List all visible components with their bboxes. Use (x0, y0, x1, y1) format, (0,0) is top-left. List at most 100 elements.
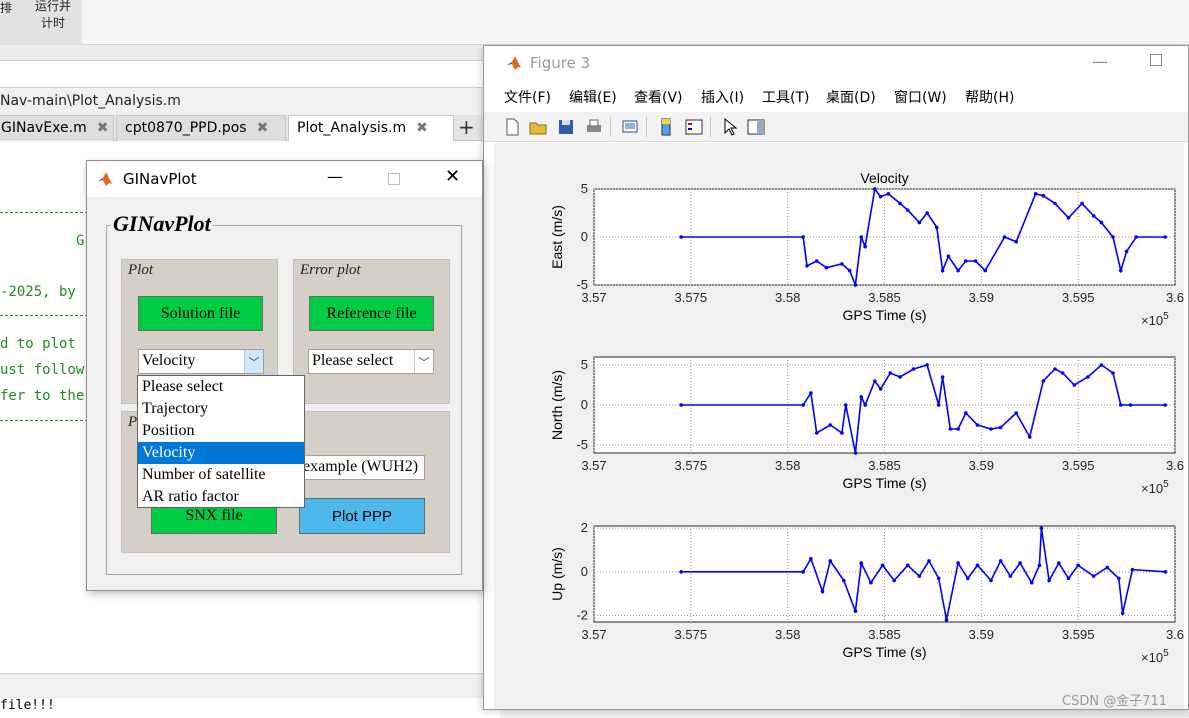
data-point (853, 609, 858, 613)
y-tick-label: 2 (581, 520, 588, 535)
x-tick-label: 3.585 (868, 290, 901, 305)
maximize-icon[interactable] (388, 173, 400, 185)
x-multiplier-label: ×105 (1141, 479, 1169, 496)
save-icon[interactable] (556, 117, 576, 137)
minimize-icon[interactable]: — (327, 167, 343, 186)
dropdown-option[interactable]: Position (138, 420, 304, 442)
data-point (898, 201, 902, 206)
data-point (975, 423, 980, 427)
data-point (944, 618, 949, 622)
command-window[interactable]: file!!! (0, 673, 500, 718)
open-file-icon[interactable] (528, 117, 548, 137)
x-tick-label: 3.595 (1062, 290, 1095, 305)
data-point (1080, 201, 1084, 206)
data-point (1091, 214, 1096, 218)
minimize-icon[interactable]: — (1092, 52, 1108, 71)
dialog-title-bar[interactable]: GINavPlot — ✕ (87, 161, 482, 197)
y-tick-label: 0 (581, 229, 588, 244)
comment-divider (0, 420, 88, 421)
link-plot-icon[interactable] (620, 117, 640, 137)
data-point (1029, 580, 1034, 585)
maximize-icon[interactable] (1150, 54, 1162, 66)
code-line: G (76, 233, 85, 249)
menu-file[interactable]: 文件(F) (504, 87, 551, 107)
x-tick-label: 3.575 (675, 290, 708, 305)
x-tick-label: 3.57 (581, 458, 606, 473)
editor-tab-bar: GINavExe.m ✖ cpt0870_PPD.pos ✖ Plot_Analys… (0, 115, 500, 141)
figure-canvas[interactable]: 3.57 3.575 3.58 3.585 3.59 3.595 3.6 -5 0 5 Veloci… (494, 143, 1184, 709)
data-point (863, 244, 867, 249)
data-point (1117, 576, 1121, 581)
data-point (814, 431, 819, 435)
menu-insert[interactable]: 插入(I) (701, 87, 744, 107)
menu-help[interactable]: 帮助(H) (965, 87, 1014, 107)
data-point (1118, 403, 1123, 407)
station-example-field[interactable]: example (WUH2) (299, 455, 425, 480)
data-point (973, 259, 978, 263)
chevron-down-icon[interactable]: ﹀ (414, 350, 433, 373)
insert-colorbar-icon[interactable] (656, 117, 676, 137)
tab-close-icon[interactable]: ✖ (97, 120, 109, 136)
property-inspector-icon[interactable] (746, 117, 766, 137)
x-tick-label: 3.59 (969, 290, 994, 305)
x-tick-label: 3.585 (868, 458, 901, 473)
data-point (1134, 235, 1139, 239)
data-point (925, 211, 929, 215)
data-point (1099, 363, 1104, 367)
menu-window[interactable]: 窗口(W) (894, 87, 947, 107)
data-point (946, 254, 951, 258)
data-point (956, 561, 960, 565)
data-point (1086, 375, 1090, 379)
x-tick-label: 3.6 (1166, 290, 1184, 305)
run-and-time-button[interactable]: 运行并 计时 (28, 0, 78, 32)
menu-view[interactable]: 查看(V) (634, 87, 683, 107)
data-point (1130, 567, 1135, 572)
edit-plot-arrow-icon[interactable] (720, 117, 740, 137)
address-bar[interactable] (0, 60, 500, 88)
tab-cpt0870-pos[interactable]: cpt0870_PPD.pos ✖ (116, 115, 286, 141)
add-tab-button[interactable]: + (458, 117, 475, 137)
code-line: fer to the (0, 388, 85, 404)
data-point (905, 563, 910, 568)
plot-type-select[interactable]: Velocity ﹀ (138, 349, 264, 374)
solution-file-button[interactable]: Solution file (138, 296, 263, 331)
run-and-time-label-1: 运行并 (34, 0, 71, 13)
data-point (983, 268, 988, 273)
data-point (1027, 435, 1032, 439)
new-figure-icon[interactable] (502, 117, 522, 137)
y-tick-label: 0 (581, 564, 588, 579)
figure-title-bar[interactable]: Figure 3 — (484, 46, 1188, 80)
menu-tools[interactable]: 工具(T) (762, 87, 809, 107)
data-point (1033, 192, 1038, 196)
data-point (1041, 379, 1046, 383)
plot-type-dropdown-list[interactable]: Please select Trajectory Position Veloci… (137, 375, 305, 508)
dropdown-option[interactable]: Number of satellite (138, 464, 304, 486)
y-tick-label: 0 (581, 397, 588, 412)
figure-window[interactable]: Figure 3 — 文件(F) 编辑(E) 查看(V) 插入(I) 工具(T)… (483, 45, 1189, 710)
error-plot-panel-title: Error plot (300, 262, 361, 278)
data-point (824, 265, 829, 270)
print-icon[interactable] (584, 117, 604, 137)
data-point (948, 427, 953, 431)
dropdown-option[interactable]: Trajectory (138, 398, 304, 420)
menu-desktop[interactable]: 桌面(D) (826, 87, 876, 107)
data-point (936, 576, 941, 581)
close-icon[interactable]: ✕ (445, 166, 460, 187)
plot-ppp-button[interactable]: Plot PPP (299, 498, 425, 534)
tab-ginavexe[interactable]: GINavExe.m ✖ (0, 115, 114, 141)
data-point (965, 576, 970, 581)
toolstrip-partial-label[interactable]: 排 (0, 0, 12, 17)
dropdown-option-selected[interactable]: Velocity (138, 442, 304, 464)
chevron-down-icon[interactable]: ﹀ (244, 350, 263, 373)
editor-file-path: Nav-main\Plot_Analysis.m (0, 93, 181, 109)
menu-edit[interactable]: 编辑(E) (569, 87, 617, 107)
error-type-select[interactable]: Please select ﹀ (308, 349, 434, 374)
tab-plot-analysis[interactable]: Plot_Analysis.m ✖ (288, 115, 454, 141)
tab-close-icon[interactable]: ✖ (416, 120, 428, 136)
reference-file-button[interactable]: Reference file (309, 296, 434, 331)
dropdown-option[interactable]: Please select (138, 376, 304, 398)
tab-close-icon[interactable]: ✖ (257, 120, 269, 136)
dropdown-option[interactable]: AR ratio factor (138, 486, 304, 508)
data-point (1091, 574, 1096, 578)
insert-legend-icon[interactable] (684, 117, 704, 137)
